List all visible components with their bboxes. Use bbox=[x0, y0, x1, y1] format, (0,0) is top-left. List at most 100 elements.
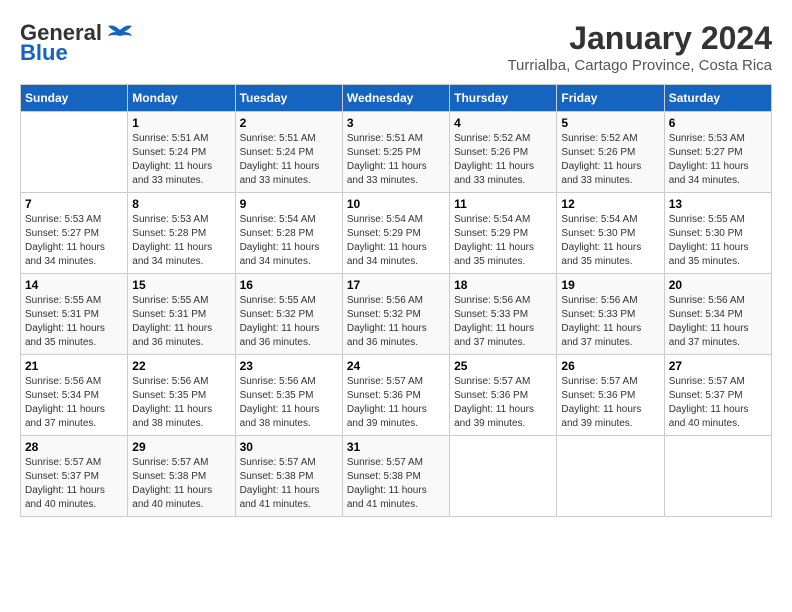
day-number: 6 bbox=[669, 116, 767, 130]
calendar-cell bbox=[450, 436, 557, 517]
day-header-friday: Friday bbox=[557, 85, 664, 112]
calendar-cell: 15 Sunrise: 5:55 AMSunset: 5:31 PMDayligh… bbox=[128, 274, 235, 355]
day-number: 4 bbox=[454, 116, 552, 130]
logo-bird-icon bbox=[106, 22, 134, 44]
day-header-tuesday: Tuesday bbox=[235, 85, 342, 112]
day-number: 9 bbox=[240, 197, 338, 211]
calendar-cell: 17 Sunrise: 5:56 AMSunset: 5:32 PMDayligh… bbox=[342, 274, 449, 355]
page-header: General Blue January 2024 Turrialba, Car… bbox=[20, 20, 772, 74]
calendar-cell: 28Sunrise: 5:57 AMSunset: 5:37 PMDayligh… bbox=[21, 436, 128, 517]
day-info: Sunrise: 5:52 AMSunset: 5:26 PMDaylight:… bbox=[561, 132, 659, 188]
day-number: 2 bbox=[240, 116, 338, 130]
title-block: January 2024 Turrialba, Cartago Province… bbox=[507, 20, 772, 74]
calendar-cell: 14 Sunrise: 5:55 AMSunset: 5:31 PMDayligh… bbox=[21, 274, 128, 355]
day-info: Sunrise: 5:54 AMSunset: 5:29 PMDaylight:… bbox=[347, 213, 445, 269]
day-number: 14 bbox=[25, 278, 123, 292]
day-number: 31 bbox=[347, 440, 445, 454]
calendar-cell: 8 Sunrise: 5:53 AMSunset: 5:28 PMDaylight… bbox=[128, 193, 235, 274]
calendar-cell: 26 Sunrise: 5:57 AMSunset: 5:36 PMDayligh… bbox=[557, 355, 664, 436]
day-number: 25 bbox=[454, 359, 552, 373]
calendar-cell: 30 Sunrise: 5:57 AMSunset: 5:38 PMDayligh… bbox=[235, 436, 342, 517]
day-info: Sunrise: 5:56 AMSunset: 5:34 PMDaylight:… bbox=[25, 375, 123, 431]
calendar-cell: 12Sunrise: 5:54 AMSunset: 5:30 PMDayligh… bbox=[557, 193, 664, 274]
day-info: Sunrise: 5:57 AMSunset: 5:36 PMDaylight:… bbox=[454, 375, 552, 431]
day-info: Sunrise: 5:55 AMSunset: 5:31 PMDaylight:… bbox=[132, 294, 230, 350]
day-number: 8 bbox=[132, 197, 230, 211]
calendar-cell: 22 Sunrise: 5:56 AMSunset: 5:35 PMDayligh… bbox=[128, 355, 235, 436]
day-number: 7 bbox=[25, 197, 123, 211]
calendar-cell: 2 Sunrise: 5:51 AMSunset: 5:24 PMDaylight… bbox=[235, 112, 342, 193]
calendar-cell: 25 Sunrise: 5:57 AMSunset: 5:36 PMDayligh… bbox=[450, 355, 557, 436]
day-info: Sunrise: 5:51 AMSunset: 5:24 PMDaylight:… bbox=[240, 132, 338, 188]
calendar-cell: 7Sunrise: 5:53 AMSunset: 5:27 PMDaylight… bbox=[21, 193, 128, 274]
month-title: January 2024 bbox=[507, 20, 772, 57]
day-info: Sunrise: 5:51 AMSunset: 5:25 PMDaylight:… bbox=[347, 132, 445, 188]
day-info: Sunrise: 5:55 AMSunset: 5:31 PMDaylight:… bbox=[25, 294, 123, 350]
day-number: 22 bbox=[132, 359, 230, 373]
day-number: 27 bbox=[669, 359, 767, 373]
calendar-cell: 9 Sunrise: 5:54 AMSunset: 5:28 PMDaylight… bbox=[235, 193, 342, 274]
day-info: Sunrise: 5:56 AMSunset: 5:33 PMDaylight:… bbox=[454, 294, 552, 350]
day-header-thursday: Thursday bbox=[450, 85, 557, 112]
day-info: Sunrise: 5:54 AMSunset: 5:29 PMDaylight:… bbox=[454, 213, 552, 269]
day-info: Sunrise: 5:57 AMSunset: 5:37 PMDaylight:… bbox=[669, 375, 767, 431]
calendar-cell: 16 Sunrise: 5:55 AMSunset: 5:32 PMDayligh… bbox=[235, 274, 342, 355]
calendar-cell bbox=[664, 436, 771, 517]
calendar-cell: 19 Sunrise: 5:56 AMSunset: 5:33 PMDayligh… bbox=[557, 274, 664, 355]
calendar-cell: 21 Sunrise: 5:56 AMSunset: 5:34 PMDayligh… bbox=[21, 355, 128, 436]
calendar-cell: 27 Sunrise: 5:57 AMSunset: 5:37 PMDayligh… bbox=[664, 355, 771, 436]
day-info: Sunrise: 5:57 AMSunset: 5:37 PMDaylight:… bbox=[25, 456, 123, 512]
calendar-cell: 31 Sunrise: 5:57 AMSunset: 5:38 PMDayligh… bbox=[342, 436, 449, 517]
day-number: 19 bbox=[561, 278, 659, 292]
day-info: Sunrise: 5:56 AMSunset: 5:34 PMDaylight:… bbox=[669, 294, 767, 350]
day-number: 16 bbox=[240, 278, 338, 292]
calendar-cell: 5 Sunrise: 5:52 AMSunset: 5:26 PMDaylight… bbox=[557, 112, 664, 193]
calendar-cell bbox=[557, 436, 664, 517]
day-info: Sunrise: 5:57 AMSunset: 5:38 PMDaylight:… bbox=[240, 456, 338, 512]
calendar-cell: 18 Sunrise: 5:56 AMSunset: 5:33 PMDayligh… bbox=[450, 274, 557, 355]
day-number: 15 bbox=[132, 278, 230, 292]
day-number: 24 bbox=[347, 359, 445, 373]
day-number: 13 bbox=[669, 197, 767, 211]
day-number: 5 bbox=[561, 116, 659, 130]
day-info: Sunrise: 5:56 AMSunset: 5:35 PMDaylight:… bbox=[240, 375, 338, 431]
day-info: Sunrise: 5:56 AMSunset: 5:35 PMDaylight:… bbox=[132, 375, 230, 431]
day-number: 20 bbox=[669, 278, 767, 292]
day-info: Sunrise: 5:56 AMSunset: 5:33 PMDaylight:… bbox=[561, 294, 659, 350]
calendar-table: SundayMondayTuesdayWednesdayThursdayFrid… bbox=[20, 84, 772, 517]
calendar-cell: 3 Sunrise: 5:51 AMSunset: 5:25 PMDaylight… bbox=[342, 112, 449, 193]
logo-blue-text: Blue bbox=[20, 40, 68, 66]
day-info: Sunrise: 5:57 AMSunset: 5:36 PMDaylight:… bbox=[347, 375, 445, 431]
day-info: Sunrise: 5:54 AMSunset: 5:28 PMDaylight:… bbox=[240, 213, 338, 269]
day-number: 30 bbox=[240, 440, 338, 454]
day-info: Sunrise: 5:57 AMSunset: 5:38 PMDaylight:… bbox=[347, 456, 445, 512]
day-header-monday: Monday bbox=[128, 85, 235, 112]
day-number: 10 bbox=[347, 197, 445, 211]
day-info: Sunrise: 5:55 AMSunset: 5:30 PMDaylight:… bbox=[669, 213, 767, 269]
calendar-cell: 1Sunrise: 5:51 AMSunset: 5:24 PMDaylight… bbox=[128, 112, 235, 193]
day-number: 1 bbox=[132, 116, 230, 130]
calendar-cell: 20 Sunrise: 5:56 AMSunset: 5:34 PMDayligh… bbox=[664, 274, 771, 355]
day-info: Sunrise: 5:56 AMSunset: 5:32 PMDaylight:… bbox=[347, 294, 445, 350]
day-number: 21 bbox=[25, 359, 123, 373]
calendar-cell: 13 Sunrise: 5:55 AMSunset: 5:30 PMDayligh… bbox=[664, 193, 771, 274]
day-info: Sunrise: 5:53 AMSunset: 5:27 PMDaylight:… bbox=[669, 132, 767, 188]
day-info: Sunrise: 5:57 AMSunset: 5:36 PMDaylight:… bbox=[561, 375, 659, 431]
day-number: 29 bbox=[132, 440, 230, 454]
day-number: 3 bbox=[347, 116, 445, 130]
day-info: Sunrise: 5:52 AMSunset: 5:26 PMDaylight:… bbox=[454, 132, 552, 188]
day-info: Sunrise: 5:55 AMSunset: 5:32 PMDaylight:… bbox=[240, 294, 338, 350]
day-info: Sunrise: 5:54 AMSunset: 5:30 PMDaylight:… bbox=[561, 213, 659, 269]
calendar-cell: 10 Sunrise: 5:54 AMSunset: 5:29 PMDayligh… bbox=[342, 193, 449, 274]
day-header-saturday: Saturday bbox=[664, 85, 771, 112]
day-number: 11 bbox=[454, 197, 552, 211]
calendar-cell: 6 Sunrise: 5:53 AMSunset: 5:27 PMDaylight… bbox=[664, 112, 771, 193]
day-number: 18 bbox=[454, 278, 552, 292]
calendar-cell: 29Sunrise: 5:57 AMSunset: 5:38 PMDayligh… bbox=[128, 436, 235, 517]
day-number: 17 bbox=[347, 278, 445, 292]
day-info: Sunrise: 5:53 AMSunset: 5:28 PMDaylight:… bbox=[132, 213, 230, 269]
day-header-sunday: Sunday bbox=[21, 85, 128, 112]
calendar-cell: 24 Sunrise: 5:57 AMSunset: 5:36 PMDayligh… bbox=[342, 355, 449, 436]
logo: General Blue bbox=[20, 20, 134, 66]
day-number: 26 bbox=[561, 359, 659, 373]
